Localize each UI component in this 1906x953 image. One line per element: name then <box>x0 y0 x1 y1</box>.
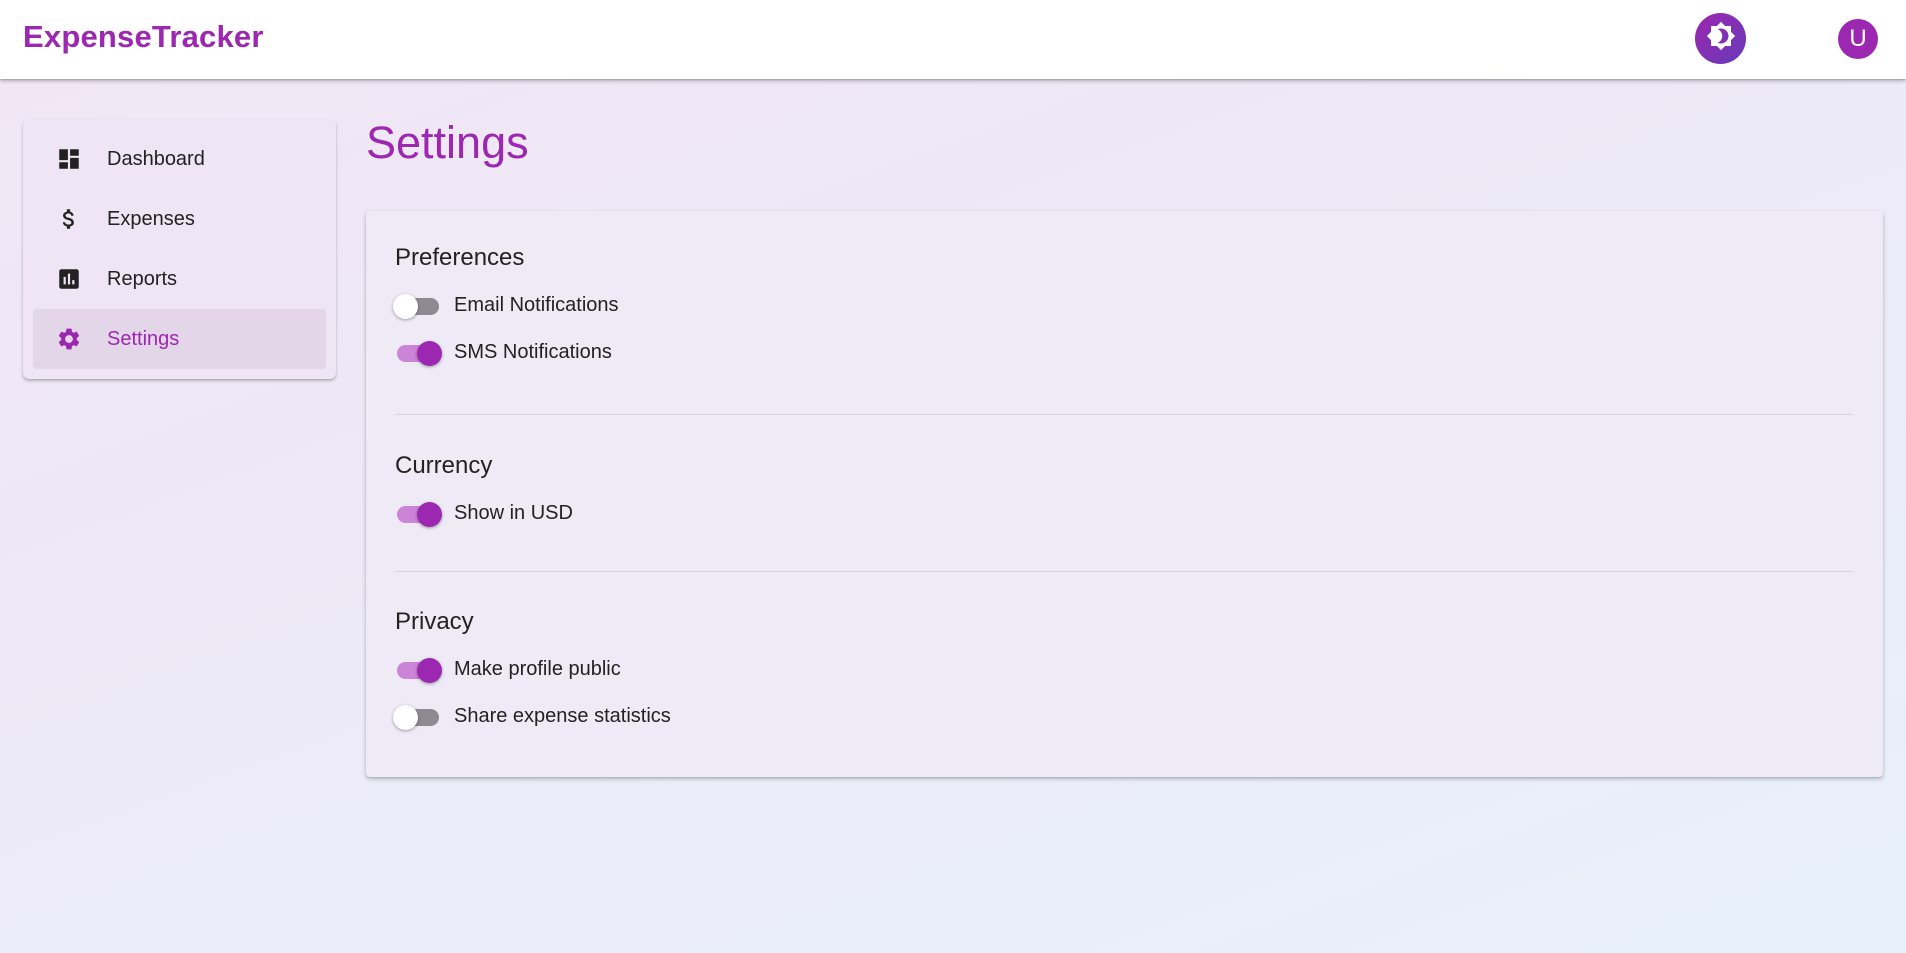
dollar-icon <box>55 205 83 233</box>
app-title[interactable]: ExpenseTracker <box>23 19 264 55</box>
privacy-section: Privacy Make profile public Share expens… <box>393 572 1853 740</box>
brightness-icon <box>1706 21 1736 56</box>
toggle-label: Share expense statistics <box>454 705 671 727</box>
switch-thumb <box>393 293 418 319</box>
section-title: Currency <box>395 452 493 479</box>
sidebar-item-dashboard[interactable]: Dashboard <box>33 129 326 189</box>
user-avatar[interactable]: U <box>1838 19 1878 59</box>
section-title: Preferences <box>395 244 525 271</box>
sidebar-item-settings[interactable]: Settings <box>33 309 326 369</box>
toggle-switch[interactable] <box>393 704 441 730</box>
dashboard-icon <box>55 145 83 173</box>
sidebar-item-label: Reports <box>107 267 178 290</box>
toggle-label: Show in USD <box>454 502 573 524</box>
toggle-switch[interactable] <box>393 293 441 319</box>
switch-thumb <box>417 501 442 527</box>
page-title: Settings <box>366 117 529 168</box>
switch-thumb <box>393 704 418 730</box>
theme-toggle-button[interactable] <box>1695 13 1746 64</box>
preferences-section: Preferences Email Notifications SMS Noti… <box>393 211 1853 414</box>
toggle-switch[interactable] <box>395 340 442 366</box>
email-notifications-toggle[interactable]: Email Notifications <box>393 282 1853 329</box>
sidebar-item-label: Dashboard <box>107 147 205 170</box>
bar-chart-icon <box>55 265 83 293</box>
switch-thumb <box>417 657 442 683</box>
sidebar-item-expenses[interactable]: Expenses <box>33 189 326 249</box>
share-expense-statistics-toggle[interactable]: Share expense statistics <box>393 693 1853 740</box>
toggle-label: SMS Notifications <box>454 341 612 363</box>
sms-notifications-toggle[interactable]: SMS Notifications <box>395 329 1853 376</box>
currency-section: Currency Show in USD <box>395 415 1853 571</box>
settings-card: Preferences Email Notifications SMS Noti… <box>366 211 1883 777</box>
sidebar-item-label: Expenses <box>107 207 195 230</box>
toggle-switch[interactable] <box>395 501 442 527</box>
sidebar-item-label: Settings <box>107 327 180 350</box>
make-profile-public-toggle[interactable]: Make profile public <box>395 646 1853 693</box>
section-title: Privacy <box>395 608 474 635</box>
gear-icon <box>55 325 83 353</box>
toggle-switch[interactable] <box>395 657 442 683</box>
app-bar: ExpenseTracker U <box>0 0 1906 79</box>
sidebar: Dashboard Expenses Reports Settings <box>23 119 336 379</box>
toggle-label: Make profile public <box>454 658 621 680</box>
switch-thumb <box>417 340 442 366</box>
show-in-usd-toggle[interactable]: Show in USD <box>395 490 1853 537</box>
sidebar-item-reports[interactable]: Reports <box>33 249 326 309</box>
toggle-label: Email Notifications <box>454 294 619 316</box>
